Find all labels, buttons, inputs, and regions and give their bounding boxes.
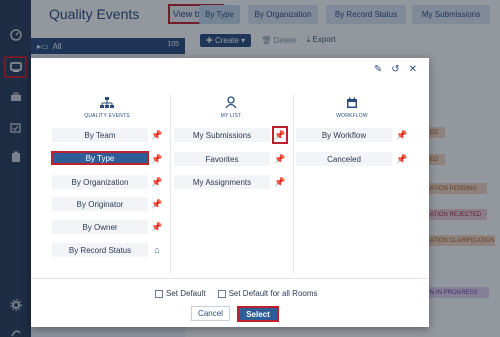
- pin-icon[interactable]: 📌: [396, 128, 408, 142]
- pin-icon[interactable]: 📌: [151, 197, 163, 211]
- column-heading-workflow: WORKFLOW: [336, 113, 368, 119]
- option-favorites[interactable]: Favorites: [174, 152, 270, 166]
- set-default-all-label: Set Default for all Rooms: [228, 289, 318, 298]
- option-my-submissions[interactable]: My Submissions: [174, 128, 270, 142]
- option-by-team[interactable]: By Team: [52, 128, 148, 142]
- dialog-toolbar: ✎ ↺ ✕: [374, 64, 417, 75]
- option-canceled[interactable]: Canceled: [296, 152, 392, 166]
- pin-icon[interactable]: 📌: [151, 175, 163, 189]
- cancel-button[interactable]: Cancel: [191, 306, 230, 321]
- pin-icon[interactable]: 📌: [272, 126, 288, 144]
- option-by-owner[interactable]: By Owner: [52, 220, 148, 234]
- option-by-record-status[interactable]: By Record Status: [52, 243, 148, 257]
- view-by-dialog: ✎ ↺ ✕ QUALITY EVENTS By Team 📌 By Type 📌…: [31, 58, 429, 327]
- option-my-assignments[interactable]: My Assignments: [174, 175, 270, 189]
- close-icon[interactable]: ✕: [409, 64, 417, 75]
- column-divider: [170, 94, 171, 274]
- set-default-all-rooms-checkbox[interactable]: Set Default for all Rooms: [217, 289, 318, 298]
- select-button[interactable]: Select: [237, 306, 279, 322]
- option-by-type[interactable]: By Type: [51, 151, 149, 165]
- edit-icon[interactable]: ✎: [374, 64, 382, 75]
- option-by-organization[interactable]: By Organization: [52, 175, 148, 189]
- pin-icon[interactable]: 📌: [274, 152, 286, 166]
- pin-icon[interactable]: 📌: [151, 220, 163, 234]
- column-heading-my-list: MY LIST: [220, 113, 242, 119]
- option-by-workflow[interactable]: By Workflow: [296, 128, 392, 142]
- calendar-icon: [297, 96, 407, 110]
- checkbox-box[interactable]: [217, 289, 226, 298]
- column-divider: [293, 94, 294, 274]
- history-icon[interactable]: ↺: [391, 64, 399, 75]
- set-default-label: Set Default: [166, 289, 206, 298]
- checkbox-box[interactable]: [155, 289, 163, 298]
- option-by-originator[interactable]: By Originator: [52, 197, 148, 211]
- user-icon: [176, 96, 286, 110]
- set-default-checkbox[interactable]: Set Default: [155, 289, 206, 298]
- home-icon[interactable]: ⌂: [151, 243, 163, 257]
- footer-divider: [31, 278, 429, 279]
- default-options: Set Default Set Default for all Rooms: [155, 289, 318, 298]
- column-heading-quality-events: QUALITY EVENTS: [84, 113, 130, 119]
- pin-icon[interactable]: 📌: [151, 152, 163, 166]
- hierarchy-icon: [52, 96, 162, 110]
- pin-icon[interactable]: 📌: [274, 175, 286, 189]
- pin-icon[interactable]: 📌: [396, 152, 408, 166]
- pin-icon[interactable]: 📌: [151, 128, 163, 142]
